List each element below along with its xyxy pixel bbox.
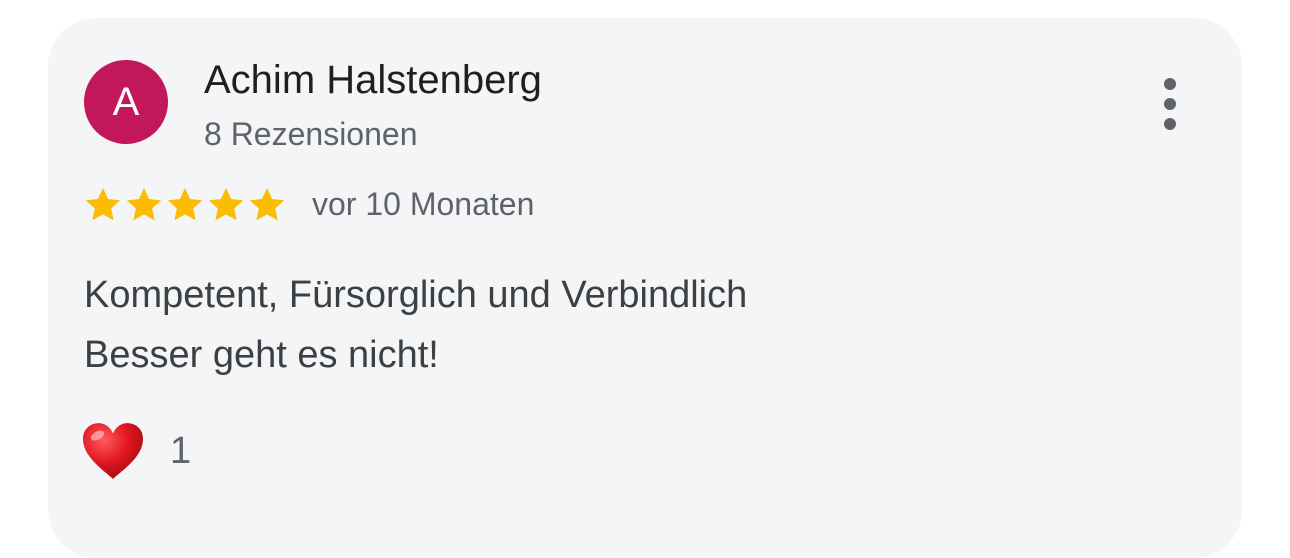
review-text-line: Besser geht es nicht!	[84, 334, 439, 376]
more-options-button[interactable]	[1146, 72, 1194, 136]
review-date: vor 10 Monaten	[312, 186, 535, 222]
reviewer-name[interactable]: Achim Halstenberg	[204, 56, 542, 104]
avatar[interactable]: A	[84, 60, 168, 144]
reaction-button[interactable]: 1	[80, 416, 191, 486]
star-icon	[126, 188, 162, 221]
review-count: 8 Rezensionen	[204, 116, 418, 152]
review-text: Kompetent, Fürsorglich und Verbindlich B…	[84, 265, 747, 385]
star-icon	[85, 188, 121, 221]
reaction-count: 1	[170, 429, 192, 472]
review-card: A Achim Halstenberg 8 Rezensionen vor 10…	[48, 18, 1242, 558]
review-text-line: Kompetent, Fürsorglich und Verbindlich	[84, 274, 748, 316]
star-icon	[208, 188, 244, 221]
star-icon	[167, 188, 203, 221]
star-icon	[249, 188, 285, 221]
star-rating	[83, 185, 287, 225]
heart-icon	[83, 423, 143, 479]
